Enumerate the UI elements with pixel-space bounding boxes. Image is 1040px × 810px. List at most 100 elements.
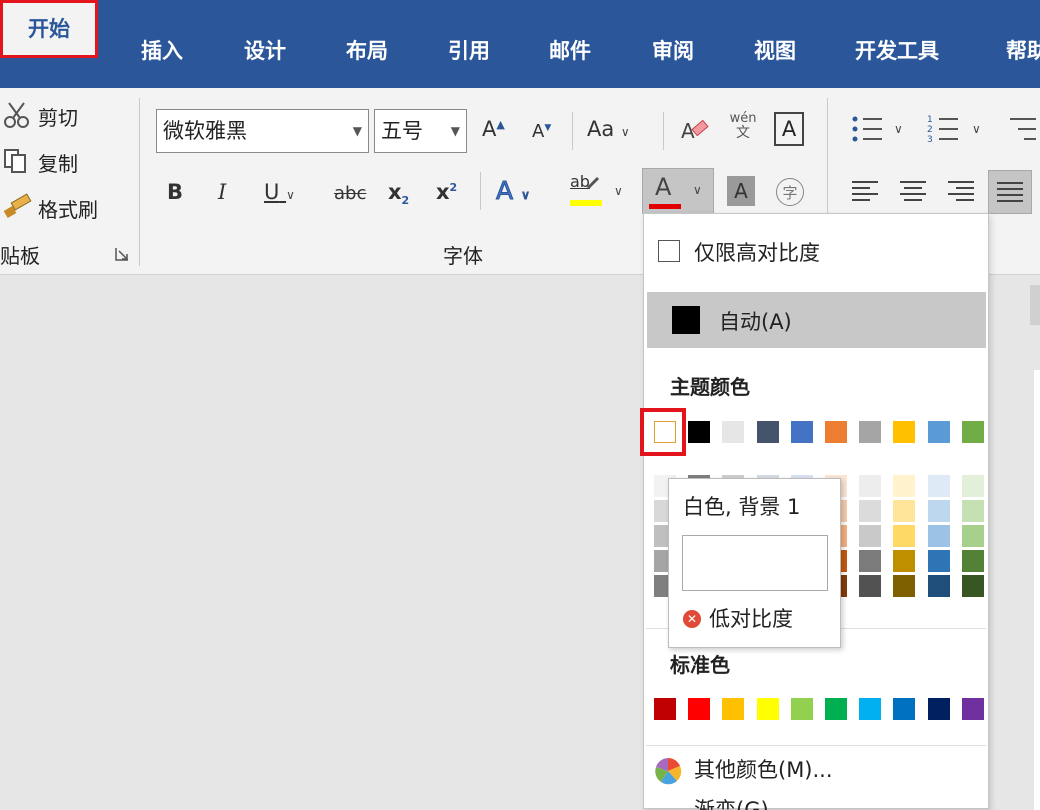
theme-shade-swatch[interactable] — [927, 475, 950, 497]
theme-shade-swatch[interactable] — [893, 475, 916, 497]
change-case-button[interactable]: Aa ∨ — [587, 117, 630, 141]
tab-review[interactable]: 审阅 — [652, 35, 694, 65]
tab-mailings[interactable]: 邮件 — [549, 35, 591, 65]
align-right-button[interactable] — [946, 176, 976, 210]
bold-icon: B — [167, 180, 184, 204]
tab-developer[interactable]: 开发工具 — [855, 35, 939, 65]
subscript-button[interactable]: x2 — [388, 180, 409, 207]
theme-color-swatch[interactable] — [722, 421, 745, 443]
theme-shade-swatch[interactable] — [859, 475, 882, 497]
high-contrast-checkbox[interactable] — [658, 240, 680, 262]
theme-shade-swatch[interactable] — [859, 500, 882, 522]
grow-font-button[interactable]: A▲ — [482, 117, 505, 141]
standard-color-swatch[interactable] — [654, 698, 676, 720]
theme-shade-swatch[interactable] — [893, 525, 916, 547]
strikethrough-button[interactable]: abc — [334, 183, 366, 204]
phonetic-guide-button[interactable]: wén 文 — [726, 112, 760, 141]
automatic-color-item[interactable]: 自动(A) — [647, 292, 986, 348]
chevron-down-icon: ∨ — [286, 188, 295, 202]
separator — [480, 172, 481, 210]
theme-shade-swatch[interactable] — [961, 475, 984, 497]
theme-color-swatch[interactable] — [790, 421, 813, 443]
font-size-combo[interactable]: 五号 ▼ — [374, 109, 467, 153]
italic-button[interactable]: I — [218, 180, 226, 204]
numbering-button[interactable]: 123 ∨ — [926, 112, 986, 146]
tab-insert[interactable]: 插入 — [141, 35, 183, 65]
phonetic-bottom: 文 — [736, 125, 750, 141]
standard-color-swatch[interactable] — [722, 698, 745, 720]
standard-color-swatch[interactable] — [927, 698, 950, 720]
theme-color-swatch[interactable] — [927, 421, 950, 443]
standard-color-swatch[interactable] — [688, 698, 711, 720]
standard-color-swatch[interactable] — [756, 698, 779, 720]
theme-shade-swatch[interactable] — [893, 500, 916, 522]
theme-color-swatch[interactable] — [756, 421, 779, 443]
font-color-button[interactable]: A ∨ — [642, 168, 714, 214]
tab-view[interactable]: 视图 — [754, 35, 796, 65]
theme-shade-swatch[interactable] — [893, 575, 916, 597]
character-border-button[interactable]: A — [774, 112, 804, 146]
bold-button[interactable]: B — [167, 180, 183, 204]
standard-color-swatch[interactable] — [961, 698, 984, 720]
theme-shade-swatch[interactable] — [859, 550, 882, 572]
theme-shade-swatch[interactable] — [927, 525, 950, 547]
standard-color-swatch[interactable] — [825, 698, 847, 720]
clear-formatting-button[interactable]: A — [679, 114, 711, 146]
enclose-characters-button[interactable]: 字 — [776, 178, 804, 206]
standard-color-swatch[interactable] — [790, 698, 813, 720]
standard-color-swatch[interactable] — [893, 698, 916, 720]
dialog-launcher-icon[interactable] — [114, 246, 130, 262]
theme-color-swatch[interactable] — [961, 421, 984, 443]
more-colors-item[interactable]: 其他颜色(M)... — [650, 752, 984, 790]
align-left-button[interactable] — [850, 176, 880, 210]
multilevel-list-button[interactable] — [1006, 112, 1040, 146]
theme-shade-swatch[interactable] — [961, 500, 984, 522]
theme-color-swatch[interactable] — [893, 421, 916, 443]
theme-color-swatch[interactable] — [825, 421, 847, 443]
separator — [663, 112, 664, 150]
clipboard-group-label: 贴板 — [0, 244, 40, 268]
marker-icon — [586, 176, 600, 190]
theme-shade-swatch[interactable] — [927, 575, 950, 597]
chevron-down-icon: ∨ — [521, 188, 531, 203]
theme-shade-swatch[interactable] — [859, 525, 882, 547]
scrollbar-thumb[interactable] — [1030, 285, 1040, 325]
scissors-icon — [4, 102, 29, 128]
superscript-button[interactable]: x2 — [436, 180, 457, 204]
justify-button[interactable] — [988, 170, 1032, 214]
tab-help[interactable]: 帮助 — [1006, 35, 1040, 65]
standard-color-swatch[interactable] — [859, 698, 882, 720]
theme-shade-swatch[interactable] — [961, 575, 984, 597]
copy-label: 复制 — [38, 152, 78, 176]
group-separator — [139, 98, 140, 266]
tab-home[interactable]: 开始 — [0, 0, 98, 58]
text-effects-button[interactable]: A ∨ — [495, 176, 531, 206]
theme-color-swatch[interactable] — [688, 421, 711, 443]
shrink-font-button[interactable]: A▼ — [532, 121, 551, 142]
color-tooltip: 白色, 背景 1 ✕ 低对比度 — [668, 478, 841, 648]
theme-shade-swatch[interactable] — [859, 575, 882, 597]
theme-shade-swatch[interactable] — [893, 550, 916, 572]
highlight-button[interactable]: ab ∨ — [568, 172, 630, 212]
tab-references[interactable]: 引用 — [448, 35, 490, 65]
theme-color-swatch[interactable] — [859, 421, 882, 443]
theme-shade-swatch[interactable] — [927, 500, 950, 522]
theme-shade-swatch[interactable] — [961, 550, 984, 572]
tooltip-color-preview — [682, 535, 828, 591]
tab-layout[interactable]: 布局 — [346, 35, 388, 65]
theme-shade-swatch[interactable] — [961, 525, 984, 547]
warning-icon: ✕ — [683, 610, 701, 628]
chevron-down-icon: ▼ — [450, 124, 460, 138]
underline-button[interactable]: U ∨ — [264, 180, 295, 204]
theme-shade-swatch[interactable] — [927, 550, 950, 572]
highlight-color-bar — [570, 200, 602, 206]
automatic-color-label: 自动(A) — [719, 310, 792, 334]
bullets-button[interactable]: ∨ — [850, 112, 908, 146]
text-effects-icon: A — [495, 176, 514, 206]
tab-design[interactable]: 设计 — [244, 35, 286, 65]
align-center-button[interactable] — [898, 176, 928, 210]
character-shading-button[interactable]: A — [727, 176, 755, 206]
tooltip-color-name: 白色, 背景 1 — [683, 495, 801, 519]
font-name-combo[interactable]: 微软雅黑 ▼ — [156, 109, 369, 153]
gradient-item[interactable]: 渐变(G) — [650, 794, 984, 810]
